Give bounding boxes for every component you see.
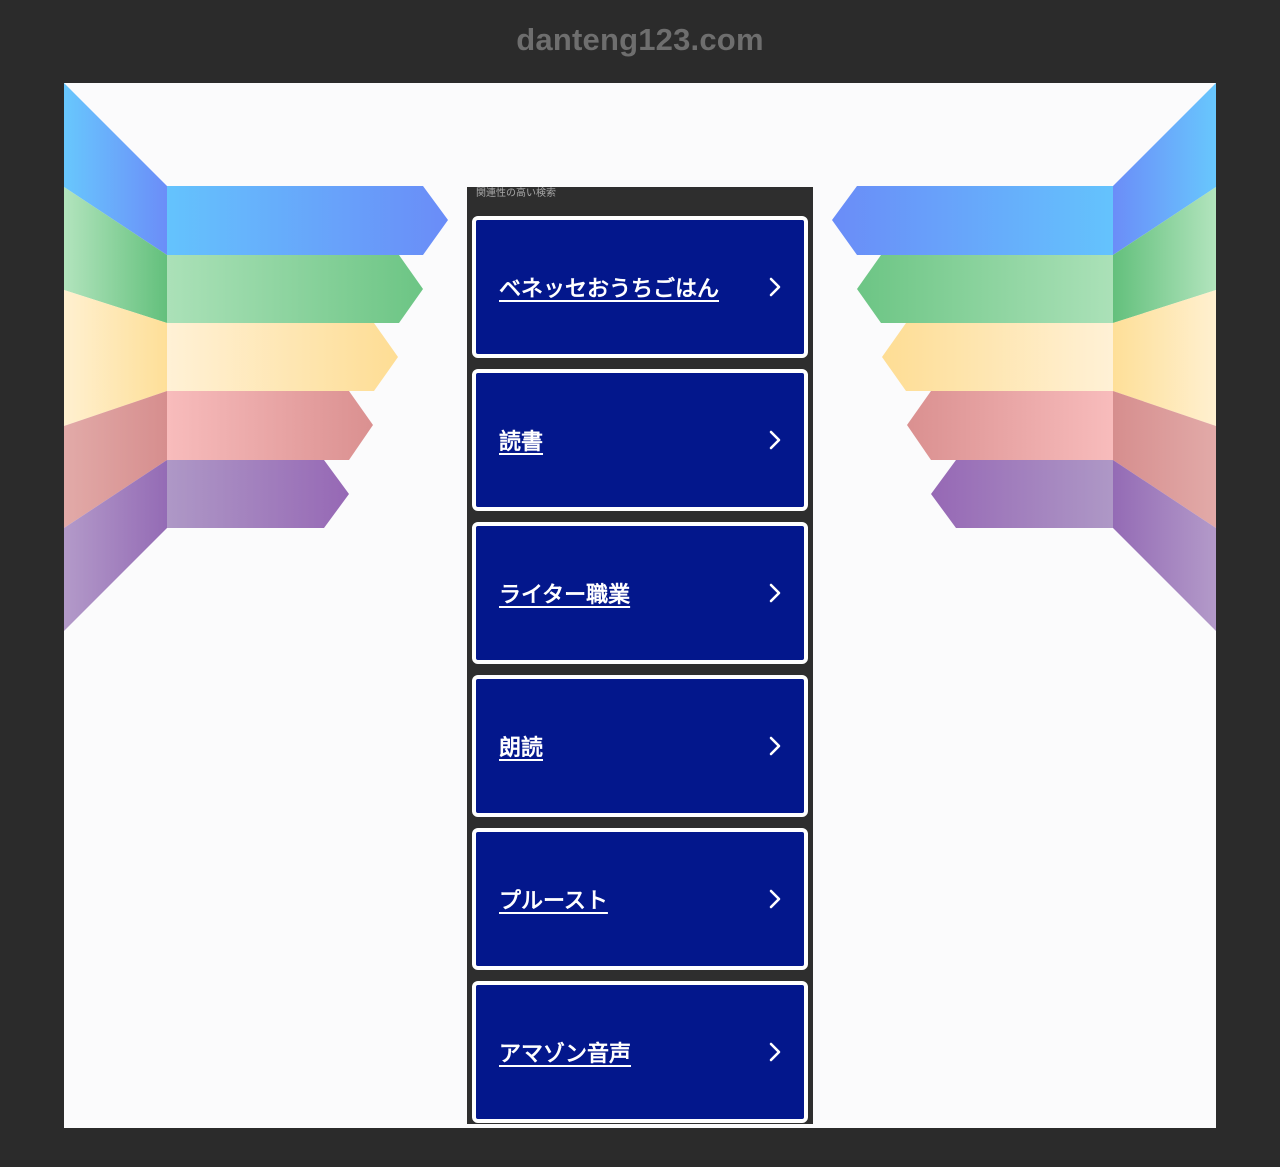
right-wing-arrows	[832, 186, 1113, 528]
chevron-right-icon	[769, 430, 781, 450]
chevron-right-icon	[769, 889, 781, 909]
chevron-right-icon	[769, 736, 781, 756]
related-search-link[interactable]: ベネッセおうちごはん	[472, 216, 808, 358]
chevron-right-icon	[769, 1042, 781, 1062]
right-wing-fan	[1113, 83, 1216, 631]
related-search-link[interactable]: プルースト	[472, 828, 808, 970]
related-search-link-label: プルースト	[499, 889, 608, 914]
chevron-right-icon	[769, 277, 781, 297]
chevron-right-icon	[769, 583, 781, 603]
site-domain-title: danteng123.com	[516, 22, 764, 57]
related-search-link-label: アマゾン音声	[499, 1042, 632, 1067]
related-search-link-label: 読書	[499, 430, 544, 455]
related-search-link-label: ベネッセおうちごはん	[499, 277, 720, 302]
related-search-link[interactable]: 朗読	[472, 675, 808, 817]
landing-canvas: 関連性の高い検索 ベネッセおうちごはん 読書 ライター職業 朗読 プルースト ア…	[64, 83, 1216, 1128]
related-search-caption: 関連性の高い検索	[476, 188, 556, 199]
left-wing-fan	[64, 83, 167, 631]
related-search-link-label: 朗読	[499, 736, 544, 761]
related-search-link-label: ライター職業	[499, 583, 631, 608]
related-search-link[interactable]: ライター職業	[472, 522, 808, 664]
related-search-link[interactable]: アマゾン音声	[472, 981, 808, 1123]
left-wing-arrows	[167, 186, 448, 528]
related-search-panel: 関連性の高い検索 ベネッセおうちごはん 読書 ライター職業 朗読 プルースト ア…	[467, 187, 813, 1124]
related-search-link[interactable]: 読書	[472, 369, 808, 511]
